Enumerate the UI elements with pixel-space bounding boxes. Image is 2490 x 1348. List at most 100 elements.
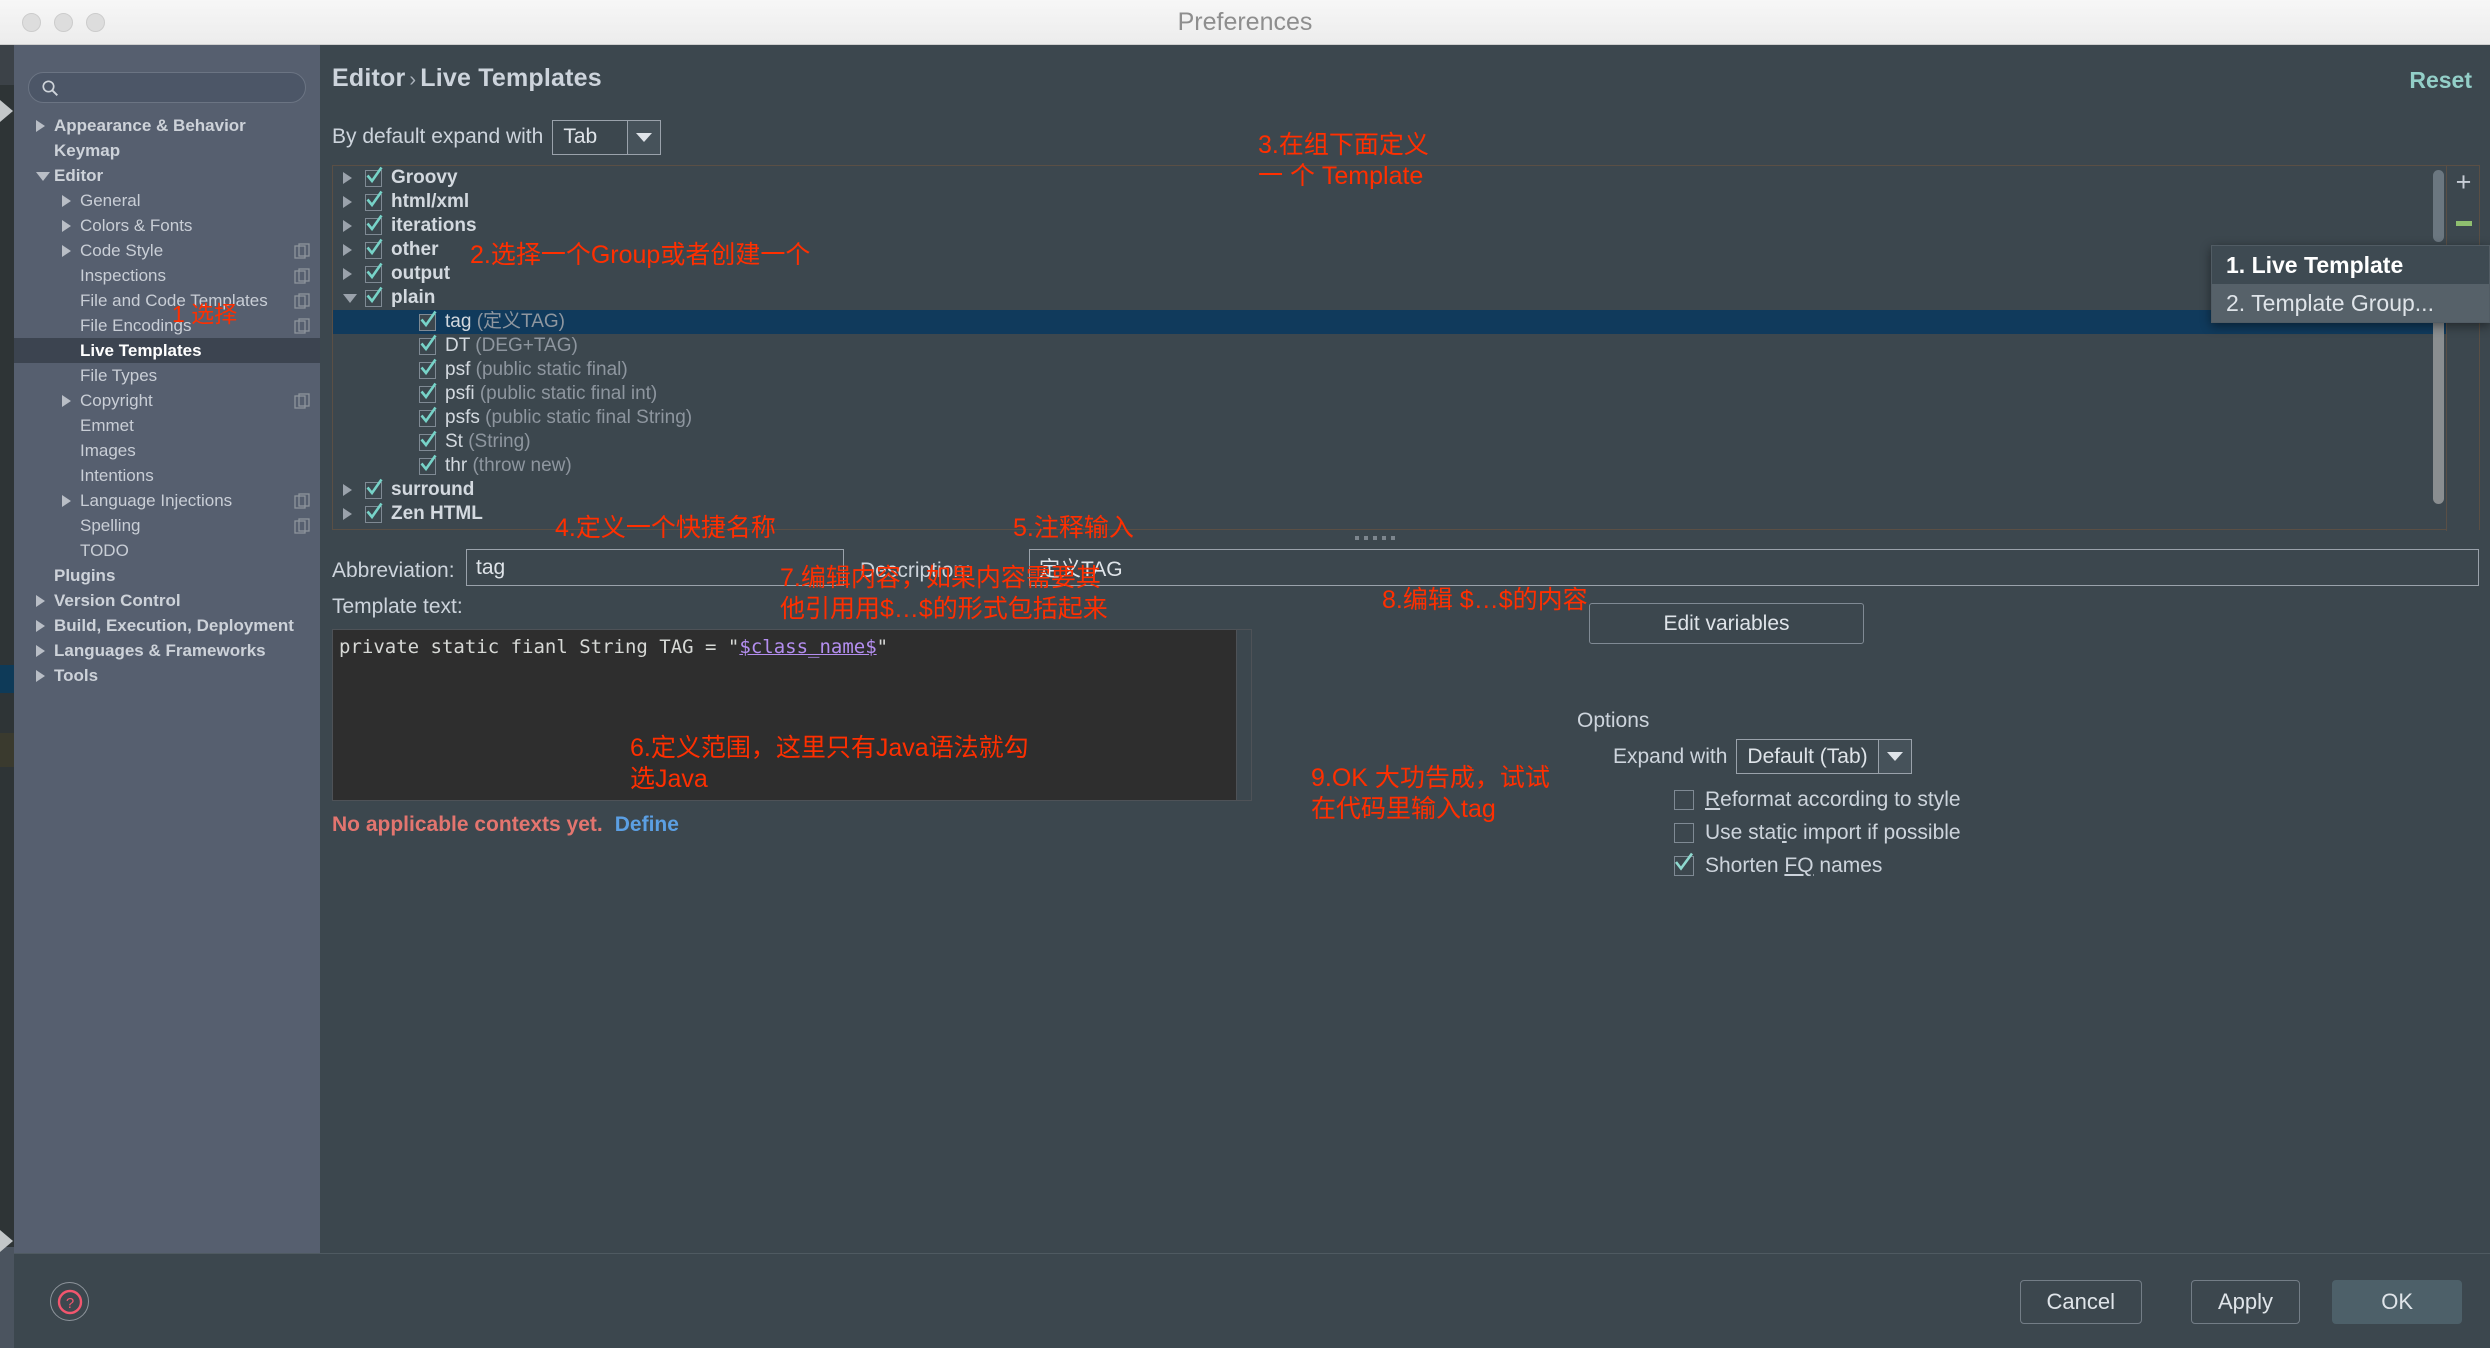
template-list-row[interactable]: plain (333, 286, 2448, 310)
template-enabled-checkbox[interactable] (419, 358, 437, 379)
template-list-row[interactable]: St (String) (333, 430, 2448, 454)
option-checkbox-reformat-according-to-style[interactable]: Reformat according to style (1674, 788, 1961, 812)
settings-main-panel: Editor › Live Templates Reset By default e… (320, 45, 2490, 1253)
sidebar-item-label: Version Control (54, 591, 181, 610)
chevron-right-icon[interactable] (36, 645, 45, 657)
chevron-right-icon[interactable] (36, 620, 45, 632)
chevron-right-icon[interactable] (36, 670, 45, 682)
sidebar-item-intentions[interactable]: Intentions (14, 463, 320, 488)
template-list-row[interactable]: surround (333, 478, 2448, 502)
template-enabled-checkbox[interactable] (365, 262, 383, 283)
template-row-name: psfs (445, 407, 480, 428)
sidebar-item-build-execution-deployment[interactable]: Build, Execution, Deployment (14, 613, 320, 638)
chevron-right-icon[interactable] (343, 220, 352, 232)
checkbox-box[interactable] (1674, 823, 1694, 843)
template-list-row[interactable]: iterations (333, 214, 2448, 238)
menu-item-live-template[interactable]: 1. Live Template (2212, 246, 2489, 284)
sidebar-item-emmet[interactable]: Emmet (14, 413, 320, 438)
sidebar-item-language-injections[interactable]: Language Injections (14, 488, 320, 513)
sidebar-item-appearance-behavior[interactable]: Appearance & Behavior (14, 113, 320, 138)
sidebar-item-label: Spelling (80, 516, 141, 535)
context-warning: No applicable contexts yet. (332, 813, 603, 836)
chevron-right-icon[interactable] (62, 245, 71, 257)
template-list-row[interactable]: html/xml (333, 190, 2448, 214)
template-list-scrollbar[interactable] (2431, 170, 2445, 527)
sidebar-item-spelling[interactable]: Spelling (14, 513, 320, 538)
template-enabled-checkbox[interactable] (419, 430, 437, 451)
template-enabled-checkbox[interactable] (419, 454, 437, 475)
chevron-right-icon[interactable] (343, 508, 352, 520)
remove-template-button[interactable] (2447, 206, 2480, 239)
chevron-right-icon[interactable] (36, 595, 45, 607)
project-scope-icon (294, 392, 311, 409)
sidebar-item-code-style[interactable]: Code Style (14, 238, 320, 263)
sidebar-item-languages-frameworks[interactable]: Languages & Frameworks (14, 638, 320, 663)
template-list-row[interactable]: DT (DEG+TAG) (333, 334, 2448, 358)
context-define-link[interactable]: Define (615, 813, 679, 836)
template-list-row[interactable]: psf (public static final) (333, 358, 2448, 382)
sidebar-item-plugins[interactable]: Plugins (14, 563, 320, 588)
chevron-right-icon[interactable] (36, 120, 45, 132)
default-expand-combobox[interactable]: Tab (552, 119, 662, 155)
sidebar-item-keymap[interactable]: Keymap (14, 138, 320, 163)
template-enabled-checkbox[interactable] (365, 166, 383, 187)
chevron-down-icon[interactable] (36, 172, 50, 181)
search-input[interactable] (65, 73, 297, 102)
template-list-row[interactable]: psfi (public static final int) (333, 382, 2448, 406)
option-checkbox-use-static-import-if-possible[interactable]: Use static import if possible (1674, 821, 1961, 845)
expand-with-dropdown-button[interactable] (1877, 740, 1911, 773)
template-enabled-checkbox[interactable] (365, 214, 383, 235)
menu-item-template-group[interactable]: 2. Template Group... (2212, 284, 2489, 322)
sidebar-item-label: Plugins (54, 566, 116, 585)
sidebar-item-tools[interactable]: Tools (14, 663, 320, 688)
template-enabled-checkbox[interactable] (419, 382, 437, 403)
add-template-button[interactable]: + (2447, 166, 2480, 199)
annotation-a3: 3.在组下面定义 一 个 Template (1258, 131, 1429, 190)
chevron-right-icon[interactable] (343, 268, 352, 280)
chevron-right-icon[interactable] (343, 172, 352, 184)
template-list-row[interactable]: psfs (public static final String) (333, 406, 2448, 430)
checkbox-box[interactable] (1674, 790, 1694, 810)
sidebar-item-version-control[interactable]: Version Control (14, 588, 320, 613)
sidebar-item-file-types[interactable]: File Types (14, 363, 320, 388)
chevron-right-icon[interactable] (62, 395, 71, 407)
template-enabled-checkbox[interactable] (365, 478, 383, 499)
sidebar-item-inspections[interactable]: Inspections (14, 263, 320, 288)
template-enabled-checkbox[interactable] (365, 502, 383, 523)
template-list-row[interactable]: tag (定义TAG) (333, 310, 2448, 334)
checkbox-box[interactable] (1674, 852, 1694, 876)
cancel-button[interactable]: Cancel (2019, 1280, 2142, 1324)
sidebar-item-label: Build, Execution, Deployment (54, 616, 294, 635)
chevron-right-icon[interactable] (62, 220, 71, 232)
template-text-scrollbar[interactable] (1236, 630, 1251, 800)
expand-with-combobox[interactable]: Default (Tab) (1736, 739, 1912, 774)
search-box[interactable] (28, 72, 306, 103)
sidebar-item-live-templates[interactable]: Live Templates (14, 338, 320, 363)
template-enabled-checkbox[interactable] (365, 238, 383, 259)
template-enabled-checkbox[interactable] (419, 334, 437, 355)
reset-link[interactable]: Reset (2409, 67, 2472, 94)
options-label: Options (1577, 709, 1650, 732)
sidebar-item-editor[interactable]: Editor (14, 163, 320, 188)
sidebar-item-colors-fonts[interactable]: Colors & Fonts (14, 213, 320, 238)
template-enabled-checkbox[interactable] (365, 190, 383, 211)
template-row-name: psf (445, 359, 471, 380)
breadcrumb-root[interactable]: Editor (332, 64, 405, 92)
chevron-right-icon[interactable] (343, 484, 352, 496)
default-expand-dropdown-button[interactable] (627, 120, 661, 154)
sidebar-item-general[interactable]: General (14, 188, 320, 213)
chevron-right-icon[interactable] (343, 196, 352, 208)
sidebar-item-images[interactable]: Images (14, 438, 320, 463)
template-list-row[interactable]: thr (throw new) (333, 454, 2448, 478)
chevron-right-icon[interactable] (62, 195, 71, 207)
help-button[interactable]: ? (50, 1282, 89, 1321)
template-enabled-checkbox[interactable] (419, 406, 437, 427)
chevron-right-icon[interactable] (62, 495, 71, 507)
chevron-right-icon[interactable] (343, 244, 352, 256)
apply-button[interactable]: Apply (2190, 1280, 2300, 1324)
sidebar-item-copyright[interactable]: Copyright (14, 388, 320, 413)
sidebar-item-todo[interactable]: TODO (14, 538, 320, 563)
ok-button[interactable]: OK (2332, 1280, 2462, 1324)
template-editor-form: Abbreviation: tag Description: 定义TAG Tem… (332, 541, 2480, 1252)
option-checkbox-shorten-fq-names[interactable]: Shorten FQ names (1674, 852, 1882, 878)
